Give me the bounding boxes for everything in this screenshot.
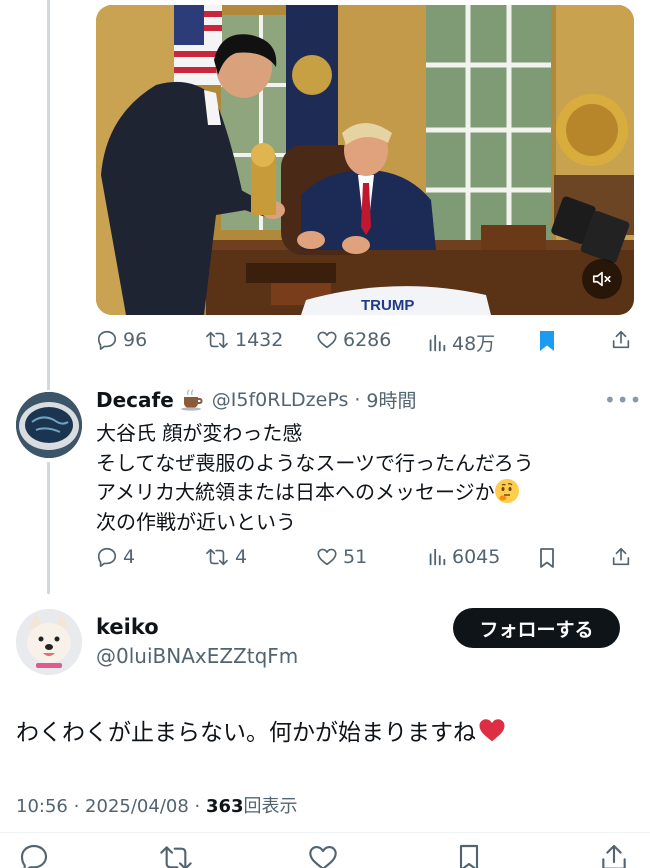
reply-line: アメリカ大統領または日本へのメッセージか xyxy=(96,478,534,508)
view-count: 363 xyxy=(205,796,244,817)
speaker-muted-icon xyxy=(592,271,611,287)
reply-button[interactable]: 4 xyxy=(96,546,135,568)
retweet-icon xyxy=(206,331,228,349)
coffee-emoji-icon xyxy=(180,389,203,411)
follow-button[interactable]: フォローする xyxy=(453,608,620,648)
like-button[interactable] xyxy=(307,842,339,868)
reply-line: 次の作戦が近いという xyxy=(96,509,296,534)
thread-line xyxy=(47,0,50,390)
red-heart-emoji-icon xyxy=(479,719,505,742)
analytics-icon xyxy=(429,548,446,566)
timestamp[interactable]: 9時間 xyxy=(366,386,416,413)
handle[interactable]: @I5f0RLDzePs xyxy=(212,389,349,411)
share-button[interactable] xyxy=(598,842,630,868)
retweet-button[interactable] xyxy=(158,842,194,868)
reply-header: Decafe @I5f0RLDzePs · 9時間 xyxy=(96,386,417,413)
reply-button[interactable] xyxy=(18,842,50,868)
more-options-button[interactable]: ••• xyxy=(604,388,642,412)
heart-icon xyxy=(317,548,337,566)
view-count: 48万 xyxy=(452,333,496,355)
reply-line-text: アメリカ大統領または日本へのメッセージか xyxy=(96,480,495,504)
reply-line: そしてなぜ喪服のようなスーツで行ったんだろう xyxy=(96,450,534,475)
view-label: 回表示 xyxy=(243,796,298,817)
tweet-video[interactable]: TRUMP xyxy=(96,5,634,315)
heart-icon xyxy=(309,846,337,868)
mute-button[interactable] xyxy=(582,259,622,299)
reply-text: 大谷氏 顔が変わった感 そしてなぜ喪服のようなスーツで行ったんだろう アメリカ大… xyxy=(96,419,534,537)
share-icon xyxy=(612,330,630,349)
separator: · xyxy=(354,388,361,411)
share-button[interactable] xyxy=(610,329,632,351)
bookmark-button[interactable] xyxy=(455,842,483,868)
retweet-count: 4 xyxy=(235,546,248,568)
reply-actions: 4 4 51 6045 xyxy=(96,546,636,576)
reply-count: 4 xyxy=(123,546,136,568)
quoted-tweet-actions: 96 1432 6286 48万 xyxy=(96,329,636,359)
retweet-button[interactable]: 4 xyxy=(204,546,247,568)
thread-line xyxy=(47,462,50,594)
bookmark-button[interactable] xyxy=(537,546,557,570)
like-count: 51 xyxy=(343,546,368,568)
reply-icon xyxy=(20,844,48,868)
retweet-icon xyxy=(206,548,228,566)
views-button[interactable]: 6045 xyxy=(427,546,500,568)
tweet-text: わくわくが止まらない。何かが始まりますね xyxy=(16,713,508,747)
heart-icon xyxy=(317,331,337,349)
reply-icon xyxy=(97,330,117,350)
divider xyxy=(0,832,650,833)
analytics-icon xyxy=(429,334,446,351)
retweet-button[interactable]: 1432 xyxy=(204,329,283,351)
reply-count: 96 xyxy=(123,329,148,351)
like-button[interactable]: 51 xyxy=(316,546,367,568)
view-count: 6045 xyxy=(452,546,501,568)
tweet-text-content: わくわくが止まらない。何かが始まりますね xyxy=(16,720,476,746)
coffee-cup-avatar-image xyxy=(16,392,82,458)
shiba-dog-avatar-image xyxy=(16,609,82,675)
like-count: 6286 xyxy=(343,329,392,351)
tweet-timestamp[interactable]: 10:56 · 2025/04/08 · xyxy=(16,796,206,817)
handle[interactable]: @0luiBNAxEZZtqFm xyxy=(96,644,298,668)
reply-button[interactable]: 96 xyxy=(96,329,147,351)
bookmark-button[interactable] xyxy=(537,329,557,353)
bookmark-icon xyxy=(540,548,554,568)
share-icon xyxy=(612,547,630,566)
avatar[interactable] xyxy=(16,609,82,675)
share-button[interactable] xyxy=(610,546,632,568)
reply-icon xyxy=(97,547,117,567)
like-button[interactable]: 6286 xyxy=(316,329,391,351)
video-frame: TRUMP xyxy=(96,5,634,315)
display-name[interactable]: keiko xyxy=(96,615,159,639)
jersey-text: TRUMP xyxy=(361,297,414,314)
thinking-face-icon xyxy=(494,479,519,503)
main-tweet-actions xyxy=(0,842,650,868)
tweet-meta: 10:56 · 2025/04/08 · 363回表示 xyxy=(16,792,298,818)
views-button[interactable]: 48万 xyxy=(427,329,495,356)
retweet-count: 1432 xyxy=(235,329,284,351)
reply-line: 大谷氏 顔が変わった感 xyxy=(96,421,303,445)
avatar[interactable] xyxy=(16,392,82,458)
bookmark-filled-icon xyxy=(540,331,554,351)
display-name[interactable]: Decafe xyxy=(96,388,174,412)
retweet-icon xyxy=(160,846,192,868)
bookmark-icon xyxy=(459,844,479,868)
share-icon xyxy=(602,844,626,868)
